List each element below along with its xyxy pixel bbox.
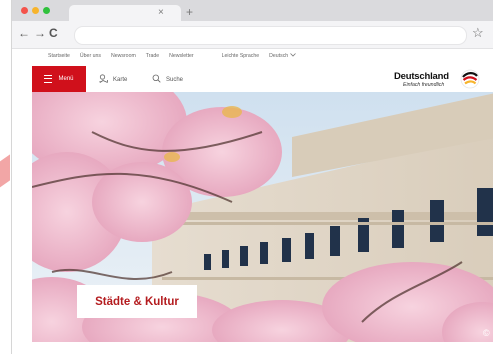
tab-close-icon[interactable]: × — [158, 8, 164, 18]
nav-link-leichte-sprache[interactable]: Leichte Sprache — [222, 53, 260, 59]
back-button[interactable]: ← — [18, 26, 30, 40]
chevron-down-icon — [289, 53, 296, 59]
nav-link-newsletter[interactable]: Newsletter — [169, 53, 194, 59]
logo-subtitle: Einfach freundlich — [403, 82, 445, 88]
logo-swoosh-icon — [460, 68, 480, 90]
site-logo[interactable]: Deutschland Einfach freundlich — [380, 68, 480, 90]
search-link[interactable]: Suche — [152, 74, 183, 85]
menu-button[interactable]: Menü — [32, 66, 86, 92]
address-bar[interactable] — [74, 26, 467, 45]
map-link[interactable]: Karte — [99, 74, 127, 85]
language-label: Deutsch — [269, 53, 289, 59]
browser-toolbar: ← → C ☆ — [12, 21, 493, 49]
bookmark-star-icon[interactable]: ☆ — [472, 25, 484, 41]
decorative-accent — [0, 154, 10, 192]
map-icon — [99, 74, 108, 85]
nav-link-trade[interactable]: Trade — [146, 53, 159, 59]
search-icon — [152, 74, 161, 85]
close-window-button[interactable] — [21, 7, 28, 14]
maximize-window-button[interactable] — [43, 7, 50, 14]
hamburger-icon — [44, 75, 53, 83]
nav-link-ueber-uns[interactable]: Über uns — [80, 53, 101, 59]
nav-link-newsroom[interactable]: Newsroom — [111, 53, 136, 59]
browser-window: × + ← → C ☆ Startseite Über uns Newsroom… — [11, 0, 493, 354]
map-label: Karte — [113, 76, 128, 83]
hero-image[interactable]: Städte & Kultur © — [32, 92, 493, 342]
logo-title: Deutschland — [394, 71, 449, 82]
browser-tab[interactable] — [69, 5, 181, 21]
hero-title: Städte & Kultur — [95, 295, 179, 308]
forward-button[interactable]: → — [34, 26, 46, 40]
utility-nav: Startseite Über uns Newsroom Trade Newsl… — [48, 53, 296, 59]
language-select[interactable]: Deutsch — [269, 53, 296, 59]
search-label: Suche — [166, 76, 184, 83]
reload-button[interactable]: C — [49, 26, 58, 40]
hero-title-badge[interactable]: Städte & Kultur — [77, 285, 197, 318]
minimize-window-button[interactable] — [32, 7, 39, 14]
window-controls — [21, 7, 50, 14]
tab-strip: × + — [12, 0, 493, 21]
nav-link-startseite[interactable]: Startseite — [48, 53, 70, 59]
site-header: Menü Karte Suche Deutschland Einfach fre… — [32, 66, 480, 92]
menu-label: Menü — [58, 76, 74, 82]
new-tab-button[interactable]: + — [186, 6, 193, 18]
copyright-icon[interactable]: © — [483, 328, 490, 338]
